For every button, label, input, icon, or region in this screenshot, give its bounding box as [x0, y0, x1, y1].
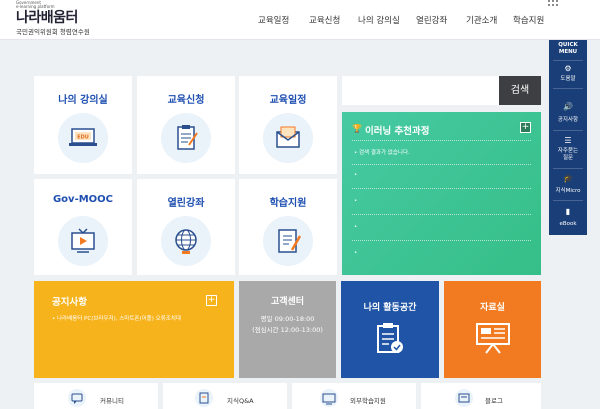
- nav-item-open-course[interactable]: 열린강좌: [416, 14, 447, 26]
- quick-item-notice[interactable]: 공지사항: [551, 117, 585, 124]
- list-item: •: [354, 224, 358, 230]
- customer-center-panel: 고객센터 평일 09:00-18:00 (점심시간 12:00-13:00): [239, 281, 336, 378]
- customer-center-lunch: (점심시간 12:00-13:00): [252, 326, 323, 334]
- site-logo[interactable]: 나라배움터: [16, 7, 78, 27]
- tile-my-classroom[interactable]: 나의 강의실 EDU: [34, 76, 132, 174]
- divider: [352, 240, 531, 241]
- tile-label: 나의 강의실: [58, 95, 108, 106]
- site-header: Government e-learning platform 나라배움터 국민권익…: [0, 0, 600, 40]
- graduation-cap-icon: 🎓: [563, 174, 573, 183]
- quick-item-ebook[interactable]: eBook: [551, 221, 585, 228]
- qna-icon: [195, 389, 213, 407]
- list-item: •: [354, 198, 358, 204]
- clipboard-icon: [161, 113, 211, 163]
- faq-icon: ☰: [564, 136, 572, 145]
- notice-title: 공지사항: [52, 297, 87, 308]
- customer-center-title: 고객센터: [270, 297, 305, 307]
- bottom-link-label: 블로그: [485, 397, 503, 405]
- my-activity-tile[interactable]: 나의 활동공간: [341, 281, 439, 378]
- recommend-empty-text: • 검색 결과가 없습니다.: [354, 150, 410, 156]
- notice-panel: 공지사항 + • 나라배움터 PC(브라우저), 스마트폰(어플) 오류조치대: [34, 281, 234, 378]
- divider: [553, 130, 583, 131]
- trophy-icon: 🏆: [352, 124, 362, 133]
- resource-tile[interactable]: 자료실: [444, 281, 541, 378]
- list-item: •: [354, 250, 358, 256]
- tile-support[interactable]: 학습지원: [239, 179, 337, 275]
- notice-item[interactable]: • 나라배움터 PC(브라우저), 스마트폰(어플) 오류조치대: [52, 314, 181, 322]
- quick-menu-title: QUICK MENU: [558, 42, 578, 55]
- recommend-title: 이러닝 추천과정: [365, 126, 430, 137]
- envelope-icon: [263, 113, 313, 163]
- bottom-link-label: 외부학습지원: [350, 397, 386, 405]
- divider: [553, 168, 583, 169]
- resource-title: 자료실: [480, 303, 505, 313]
- quick-item-micro[interactable]: 지식Micro: [551, 188, 585, 195]
- edu-laptop-icon: EDU: [58, 113, 108, 163]
- monitor-icon: [320, 389, 338, 407]
- list-item: •: [354, 172, 358, 178]
- divider: [553, 88, 583, 89]
- tile-open-course[interactable]: 열린강좌: [137, 179, 235, 275]
- bottom-link-external[interactable]: 외부학습지원: [292, 383, 416, 409]
- quick-item-help[interactable]: 도움말: [551, 76, 585, 83]
- bottom-link-label: 지식Q&A: [227, 397, 254, 405]
- help-icon: ⚙: [564, 64, 572, 73]
- checklist-icon: [374, 322, 406, 360]
- bottom-link-community[interactable]: 커뮤니티: [34, 383, 158, 409]
- recommend-panel: 🏆 이러닝 추천과정 + • 검색 결과가 없습니다. • • • •: [342, 112, 541, 275]
- my-activity-title: 나의 활동공간: [363, 303, 417, 313]
- divider: [352, 140, 531, 141]
- all-menu-icon[interactable]: [548, 0, 558, 8]
- tile-gov-mooc[interactable]: Gov-MOOC: [34, 179, 132, 275]
- notice-more-button[interactable]: +: [206, 295, 217, 306]
- speaker-icon: 🔊: [563, 102, 573, 111]
- quick-menu: QUICK MENU ⚙ 도움말 🔊 공지사항 ☰ 자주묻는 질문 🎓 지식Mic…: [549, 40, 587, 235]
- customer-center-hours: 평일 09:00-18:00: [260, 315, 315, 323]
- svg-text:EDU: EDU: [77, 135, 89, 141]
- divider: [352, 188, 531, 189]
- tile-label: Gov-MOOC: [52, 194, 114, 205]
- bottom-link-label: 커뮤니티: [100, 397, 124, 405]
- nav-item-about[interactable]: 기관소개: [466, 14, 497, 26]
- globe-icon: [161, 216, 211, 266]
- quick-item-faq[interactable]: 자주묻는 질문: [551, 148, 585, 161]
- divider: [352, 164, 531, 165]
- tile-apply[interactable]: 교육신청: [137, 76, 235, 174]
- blog-icon: [455, 389, 473, 407]
- nav-item-schedule[interactable]: 교육일정: [258, 14, 289, 26]
- presentation-icon: [474, 321, 512, 359]
- notebook-icon: [263, 216, 313, 266]
- bottom-link-qna[interactable]: 지식Q&A: [163, 383, 287, 409]
- divider: [553, 200, 583, 201]
- chat-icon: [68, 389, 86, 407]
- nav-item-apply[interactable]: 교육신청: [309, 14, 340, 26]
- tile-label: 열린강좌: [167, 198, 205, 209]
- tile-schedule[interactable]: 교육일정: [239, 76, 337, 174]
- book-icon: ▮: [565, 207, 571, 216]
- divider: [553, 60, 583, 61]
- search-button[interactable]: 검색: [499, 76, 541, 105]
- tile-label: 교육일정: [269, 95, 307, 106]
- search-input[interactable]: [342, 76, 499, 105]
- tile-label: 학습지원: [269, 198, 307, 209]
- nav-item-my-classroom[interactable]: 나의 강의실: [358, 14, 400, 26]
- site-org: 국민권익위원회 청렴연수원: [16, 28, 90, 36]
- tile-label: 교육신청: [167, 95, 205, 106]
- divider: [352, 214, 531, 215]
- tv-play-icon: [58, 216, 108, 266]
- bottom-link-blog[interactable]: 블로그: [421, 383, 541, 409]
- nav-item-support[interactable]: 학습지원: [513, 14, 544, 26]
- recommend-more-button[interactable]: +: [520, 122, 531, 133]
